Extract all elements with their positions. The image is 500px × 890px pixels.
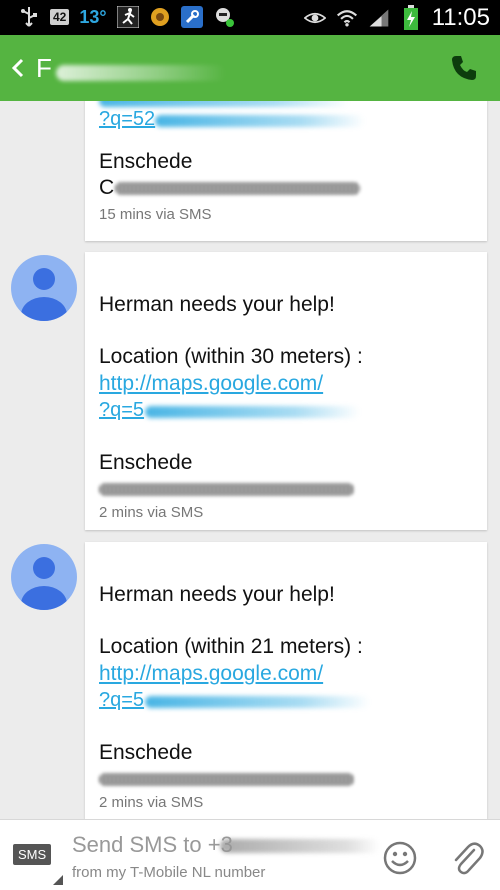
signal-icon (368, 7, 390, 29)
contact-name[interactable]: F (36, 53, 52, 84)
sms-type-corner-icon (53, 875, 63, 885)
message-meta: 2 mins via SMS (99, 504, 204, 521)
runner-app-icon (116, 6, 139, 28)
avatar-body-icon (21, 297, 67, 321)
redacted-link-query (145, 696, 370, 708)
contact-avatar[interactable] (11, 255, 77, 321)
avatar-head-icon (33, 557, 55, 579)
contact-avatar[interactable] (11, 544, 77, 610)
avatar-head-icon (33, 268, 55, 290)
status-left: 42 13° (18, 6, 235, 28)
redacted-link-line (99, 101, 349, 107)
sim-subtitle: from my T-Mobile NL number (72, 864, 266, 881)
back-chevron-icon[interactable] (8, 56, 30, 80)
eye-icon (303, 7, 326, 29)
status-clock: 11:05 (431, 4, 490, 31)
emoji-icon[interactable] (383, 841, 417, 875)
message-input[interactable]: Send SMS to +3 (72, 832, 233, 858)
notification-count-badge: 42 (50, 9, 70, 25)
avatar-body-icon (21, 586, 67, 610)
flower-app-icon (149, 6, 171, 28)
message-meta: 15 mins via SMS (99, 206, 212, 223)
paperclip-icon[interactable] (450, 840, 484, 876)
redacted-address (99, 773, 354, 786)
message-title: Herman needs your help! (99, 583, 335, 606)
redacted-link-query (155, 115, 365, 127)
message-city: Enschede (99, 150, 193, 173)
status-right: 11:05 (303, 4, 490, 32)
message-list[interactable]: ?q=52 Enschede C 15 mins via SMS Herman … (0, 101, 500, 819)
wifi-icon (336, 7, 358, 29)
message-bubble[interactable]: ?q=52 Enschede C 15 mins via SMS (85, 101, 487, 241)
status-bar: 42 13° 11:05 (0, 0, 500, 35)
message-link-prefix[interactable]: ?q=5 (99, 399, 144, 422)
redacted-link-query (145, 406, 360, 418)
redacted-address (99, 483, 354, 496)
message-address-prefix: C (99, 176, 115, 199)
conversation-header: F (0, 35, 500, 101)
compose-bar: SMS Send SMS to +3 from my T-Mobile NL n… (0, 819, 500, 890)
message-city: Enschede (99, 741, 193, 764)
message-location: Location (within 21 meters) : (99, 635, 363, 658)
message-bubble[interactable]: Herman needs your help! Location (within… (85, 542, 487, 819)
sms-type-badge[interactable]: SMS (13, 844, 52, 865)
call-button[interactable] (450, 54, 478, 82)
message-meta: 2 mins via SMS (99, 794, 204, 811)
message-link-prefix[interactable]: ?q=5 (99, 689, 144, 712)
redacted-phone-number (220, 839, 380, 853)
message-link-prefix[interactable]: ?q=52 (99, 108, 155, 131)
message-title: Herman needs your help! (99, 293, 335, 316)
contact-name-redacted (56, 65, 226, 81)
message-bubble[interactable]: Herman needs your help! Location (within… (85, 252, 487, 530)
robot-app-icon (213, 6, 235, 28)
usb-icon (18, 6, 40, 28)
wrench-app-icon (180, 6, 203, 28)
message-location: Location (within 30 meters) : (99, 345, 363, 368)
message-city: Enschede (99, 451, 193, 474)
weather-temperature: 13° (79, 6, 107, 27)
redacted-address (115, 182, 360, 195)
battery-charging-icon (400, 5, 422, 30)
message-link[interactable]: http://maps.google.com/ (99, 372, 323, 396)
message-link[interactable]: http://maps.google.com/ (99, 662, 323, 686)
